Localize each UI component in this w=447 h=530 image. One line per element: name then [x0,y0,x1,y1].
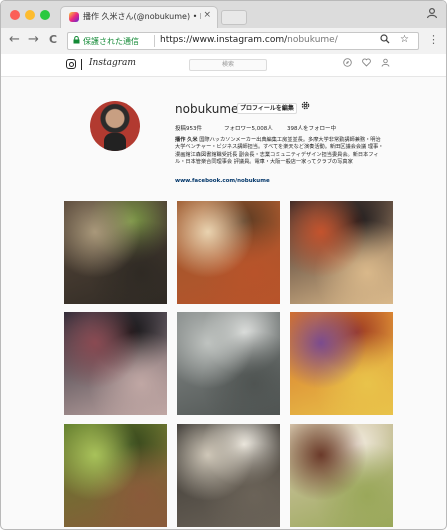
browser-tab[interactable]: 播作 久米さん(@nobukume) • Instagram × [60,6,218,28]
settings-gear-icon[interactable] [301,101,310,113]
search-input[interactable]: 検索 [189,59,267,71]
browser-profile-icon[interactable] [426,7,438,23]
new-tab-button[interactable] [221,10,247,25]
explore-compass-icon[interactable] [343,58,352,70]
tab-close-icon[interactable]: × [203,10,211,20]
followers-count[interactable]: フォロワー5,008人 [224,124,273,132]
profile-website-link[interactable]: www.facebook.com/nobukume [175,178,270,184]
profile-avatar[interactable] [90,101,140,151]
browser-window: 播作 久米さん(@nobukume) • Instagram × ← → C 保… [0,0,447,530]
address-bar[interactable]: 保護された通信 https://www.instagram.com/nobuku… [67,32,419,50]
reload-button[interactable]: C [49,33,57,46]
following-count[interactable]: 398人をフォロー中 [287,124,336,132]
close-window-button[interactable] [10,10,20,20]
vintage-floral-print-photo[interactable] [177,424,280,527]
profile-username: nobukume [175,102,239,116]
tab-title: 播作 久米さん(@nobukume) • Instagram [83,12,201,21]
browser-menu-icon[interactable]: ⋮ [428,33,439,46]
profile-person-icon[interactable] [381,58,390,70]
frosted-glass-photo[interactable] [177,312,280,415]
edit-profile-button[interactable]: プロフィールを編集 [237,103,297,114]
bio-full-name: 播作 久米 [175,137,198,143]
instagram-header: Instagram 検索 [1,54,446,77]
address-separator [154,35,155,47]
instagram-favicon-icon [69,12,79,22]
instagram-camera-icon[interactable] [66,59,76,69]
secure-connection-label: 保護された通信 [83,37,139,46]
activity-heart-icon[interactable] [362,58,371,70]
maximize-window-button[interactable] [40,10,50,20]
orange-fabric-art-photo[interactable] [290,312,393,415]
browser-toolbar: ← → C 保護された通信 https://www.instagram.com/… [1,28,446,55]
station-platform-photo[interactable] [64,201,167,304]
street-parade-photo[interactable] [64,312,167,415]
url-text: https://www.instagram.com/nobukume/ [160,35,338,45]
url-path: nobukume/ [287,35,338,45]
instagram-logo[interactable]: Instagram [89,58,136,68]
ornate-mask-photo[interactable] [290,201,393,304]
posts-count: 投稿953件 [175,126,202,132]
tab-bar: 播作 久米さん(@nobukume) • Instagram × [1,1,446,28]
header-divider [81,59,82,70]
back-button[interactable]: ← [9,32,20,47]
bookmark-star-icon[interactable]: ☆ [400,34,409,45]
forward-button[interactable]: → [28,32,39,47]
url-host: https://www.instagram.com/ [160,35,288,45]
bio-text: 国際ハッカソンメーカー出典編集工房並並長。多摩大学非常勤講師兼務・明治大学ベンチ… [175,137,384,165]
food-platter-photo[interactable] [290,424,393,527]
minimize-window-button[interactable] [25,10,35,20]
lock-icon [73,36,80,46]
rusty-pipe-on-moss-photo[interactable] [64,424,167,527]
plated-dishes-photo[interactable] [177,201,280,304]
profile-bio: 播作 久米 国際ハッカソンメーカー出典編集工房並並長。多摩大学非常勤講師兼務・明… [175,137,385,166]
search-placeholder: 検索 [221,61,234,68]
zoom-search-icon[interactable] [380,34,390,47]
